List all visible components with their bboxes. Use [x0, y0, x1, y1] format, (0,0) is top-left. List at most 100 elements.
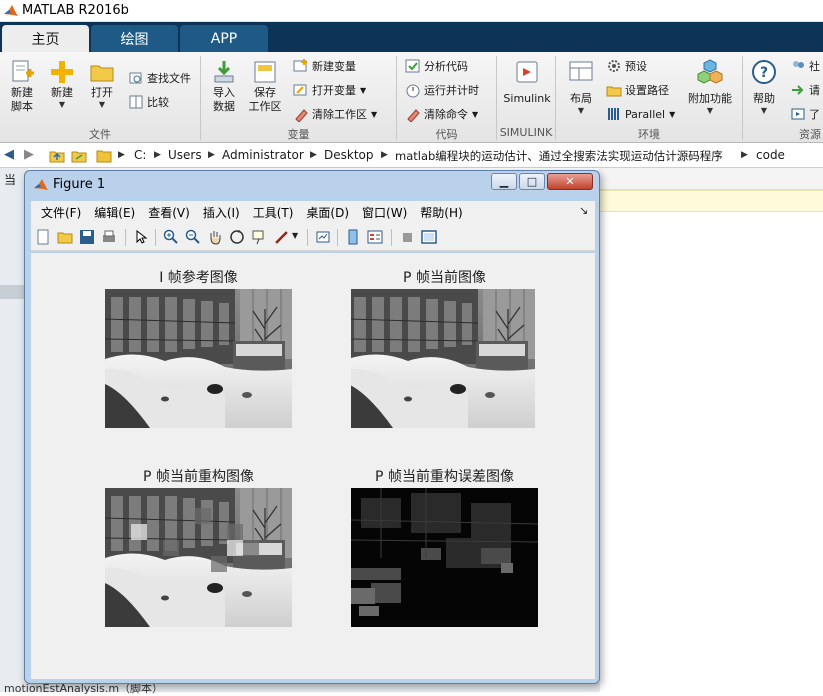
- tab-home[interactable]: 主页: [2, 25, 89, 52]
- back-arrow-icon[interactable]: ◀: [4, 147, 14, 162]
- open-file-icon[interactable]: [57, 229, 73, 245]
- minimize-button[interactable]: ▁: [491, 173, 517, 190]
- clear-commands-button[interactable]: 清除命令 ▼: [405, 104, 478, 124]
- compare-button[interactable]: 比较: [128, 92, 169, 112]
- figure-canvas[interactable]: I 帧参考图像 P 帧当前图像 P 帧当前重构图像 P 帧当前重构误差图像: [31, 253, 595, 679]
- open-variable-button[interactable]: 打开变量 ▼: [293, 80, 366, 100]
- zoom-in-icon[interactable]: [163, 229, 179, 245]
- figure-toolbar: ▼: [31, 223, 595, 251]
- tab-apps[interactable]: APP: [180, 25, 268, 52]
- path-separator-icon[interactable]: ▶: [118, 150, 125, 160]
- open-caret-icon[interactable]: ▼: [99, 100, 105, 110]
- app-title-bar: MATLAB R2016b: [0, 0, 823, 22]
- menu-edit[interactable]: 编辑(E): [94, 204, 135, 221]
- help-button[interactable]: ? 帮助 ▼: [742, 58, 786, 116]
- zoom-out-icon[interactable]: [185, 229, 201, 245]
- parallel-button[interactable]: Parallel ▼: [606, 104, 675, 124]
- path-crumb[interactable]: matlab编程块的运动估计、通过全搜索法实现运动估计源码程序: [395, 148, 723, 164]
- find-files-button[interactable]: 查找文件: [128, 68, 191, 88]
- browse-folder-icon[interactable]: [71, 148, 87, 164]
- dock-arrow-icon[interactable]: ↘: [579, 204, 588, 217]
- set-path-label: 设置路径: [625, 84, 669, 97]
- path-crumb[interactable]: C:: [134, 148, 146, 162]
- path-separator-icon[interactable]: ▶: [154, 150, 161, 160]
- new-script-icon: [12, 60, 34, 82]
- request-support-label: 请: [809, 84, 820, 97]
- parallel-caret-icon[interactable]: ▼: [669, 110, 675, 119]
- menu-window[interactable]: 窗口(W): [362, 204, 407, 221]
- close-button[interactable]: ✕: [547, 173, 593, 190]
- path-separator-icon[interactable]: ▶: [208, 150, 215, 160]
- clear-workspace-button[interactable]: 清除工作区 ▼: [293, 104, 377, 124]
- new-button[interactable]: 新建 ▼: [40, 58, 84, 110]
- menu-desktop[interactable]: 桌面(D): [306, 204, 349, 221]
- menu-help[interactable]: 帮助(H): [420, 204, 462, 221]
- path-crumb[interactable]: Users: [168, 148, 202, 162]
- open-variable-caret-icon[interactable]: ▼: [360, 86, 366, 95]
- maximize-button[interactable]: □: [519, 173, 545, 190]
- tab-plots[interactable]: 绘图: [91, 25, 178, 52]
- path-crumb[interactable]: code: [756, 148, 785, 162]
- run-and-time-button[interactable]: 运行并计时: [405, 80, 479, 100]
- layout-button[interactable]: 布局 ▼: [559, 58, 603, 116]
- path-separator-icon[interactable]: ▶: [381, 150, 388, 160]
- new-script-button[interactable]: 新建 脚本: [0, 58, 44, 114]
- print-figure-icon[interactable]: [101, 229, 117, 245]
- save-figure-icon[interactable]: [79, 229, 95, 245]
- open-button[interactable]: 打开 ▼: [80, 58, 124, 110]
- path-crumb[interactable]: Administrator: [222, 148, 304, 162]
- figure-title-bar[interactable]: Figure 1 ▁ □ ✕: [25, 171, 599, 199]
- learn-matlab-button[interactable]: 了: [790, 104, 820, 124]
- brush-caret-icon[interactable]: ▼: [292, 231, 298, 240]
- pan-hand-icon[interactable]: [207, 229, 223, 245]
- new-caret-icon[interactable]: ▼: [59, 100, 65, 110]
- clear-commands-label: 清除命令: [424, 108, 468, 121]
- rotate-3d-icon[interactable]: [229, 229, 245, 245]
- new-variable-button[interactable]: 新建变量: [293, 56, 356, 76]
- reconstructed-frame-image[interactable]: [105, 488, 292, 627]
- menu-file[interactable]: 文件(F): [41, 204, 81, 221]
- link-plot-icon[interactable]: [315, 229, 331, 245]
- analyze-code-button[interactable]: 分析代码: [405, 56, 468, 76]
- app-title: MATLAB R2016b: [22, 3, 129, 18]
- data-cursor-icon[interactable]: [251, 229, 267, 245]
- path-crumb[interactable]: Desktop: [324, 148, 374, 162]
- reconstruction-error-image[interactable]: [351, 488, 538, 627]
- layout-caret-icon[interactable]: ▼: [578, 106, 584, 116]
- menu-view[interactable]: 查看(V): [148, 204, 190, 221]
- insert-legend-icon[interactable]: [367, 229, 383, 245]
- reference-frame-image[interactable]: [105, 289, 292, 428]
- menu-insert[interactable]: 插入(I): [203, 204, 240, 221]
- file-group-label: 文件: [89, 128, 111, 141]
- up-folder-icon[interactable]: [49, 148, 65, 164]
- current-frame-image[interactable]: [351, 289, 538, 428]
- details-panel-edge: motionEstAnalysis.m（脚本）: [0, 682, 600, 695]
- show-plot-tools-icon[interactable]: [421, 229, 437, 245]
- addons-caret-icon[interactable]: ▼: [707, 106, 713, 116]
- parallel-icon: [608, 108, 619, 120]
- gear-icon: [608, 60, 620, 72]
- clear-commands-caret-icon[interactable]: ▼: [472, 110, 478, 119]
- simulink-label: Simulink: [503, 92, 551, 105]
- clear-workspace-caret-icon[interactable]: ▼: [371, 110, 377, 119]
- set-path-button[interactable]: 设置路径: [606, 80, 669, 100]
- addons-button[interactable]: 附加功能 ▼: [688, 58, 732, 116]
- insert-colorbar-icon[interactable]: [345, 229, 361, 245]
- hide-plot-tools-icon[interactable]: [399, 229, 415, 245]
- path-separator-icon[interactable]: ▶: [741, 150, 748, 160]
- import-data-button[interactable]: 导入 数据: [202, 58, 246, 114]
- preferences-button[interactable]: 预设: [606, 56, 647, 76]
- request-support-button[interactable]: 请: [790, 80, 820, 100]
- help-caret-icon[interactable]: ▼: [761, 106, 767, 116]
- figure-window[interactable]: Figure 1 ▁ □ ✕ 文件(F) 编辑(E) 查看(V) 插入(I) 工…: [24, 170, 600, 684]
- save-workspace-button[interactable]: 保存 工作区: [243, 58, 287, 114]
- menu-tools[interactable]: 工具(T): [253, 204, 294, 221]
- simulink-button[interactable]: Simulink: [502, 58, 552, 106]
- brush-icon[interactable]: [273, 229, 289, 245]
- forward-arrow-icon[interactable]: ▶: [24, 147, 34, 162]
- compare-label: 比较: [147, 96, 169, 109]
- community-button[interactable]: 社: [790, 56, 820, 76]
- new-figure-icon[interactable]: [35, 229, 51, 245]
- edit-plot-arrow-icon[interactable]: [133, 229, 149, 245]
- path-separator-icon[interactable]: ▶: [310, 150, 317, 160]
